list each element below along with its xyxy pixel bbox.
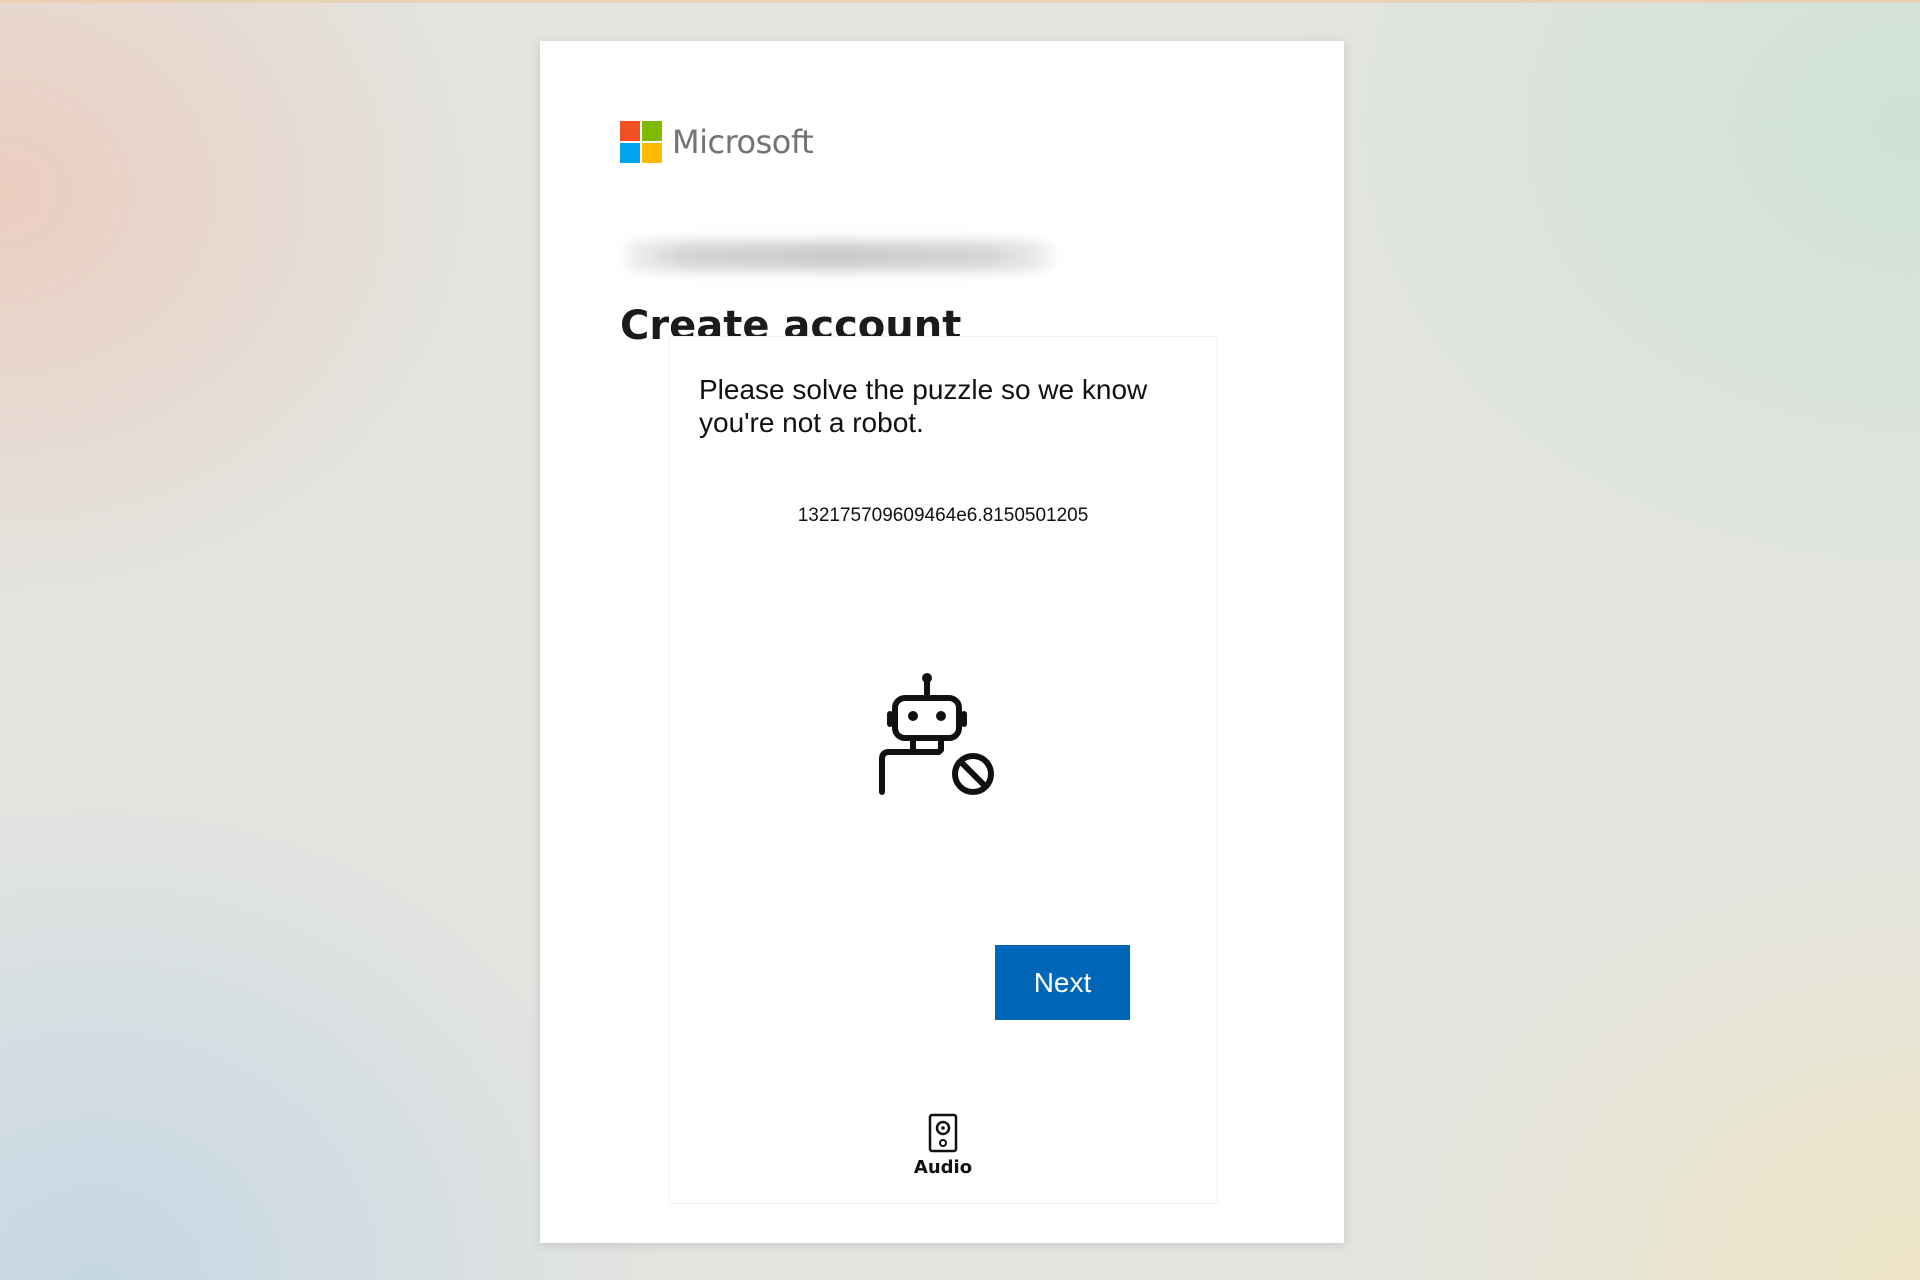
microsoft-squares-icon	[620, 121, 662, 163]
audio-label: Audio	[913, 1157, 973, 1178]
robot-blocked-icon	[879, 673, 994, 795]
microsoft-logo: Microsoft	[620, 121, 814, 163]
next-button[interactable]: Next	[995, 945, 1130, 1020]
speaker-icon	[928, 1113, 958, 1153]
logo-text: Microsoft	[672, 123, 814, 161]
captcha-frame: Please solve the puzzle so we know you'r…	[668, 336, 1218, 1204]
top-edge-strip	[0, 0, 1920, 3]
captcha-session-code: 1321757096094​64e6.8150501205	[797, 505, 1089, 526]
signup-card: Microsoft Create account Please solve th…	[540, 41, 1344, 1243]
audio-challenge-button[interactable]: Audio	[893, 1113, 993, 1185]
redacted-email	[624, 241, 1052, 271]
captcha-instructions: Please solve the puzzle so we know you'r…	[699, 374, 1148, 438]
